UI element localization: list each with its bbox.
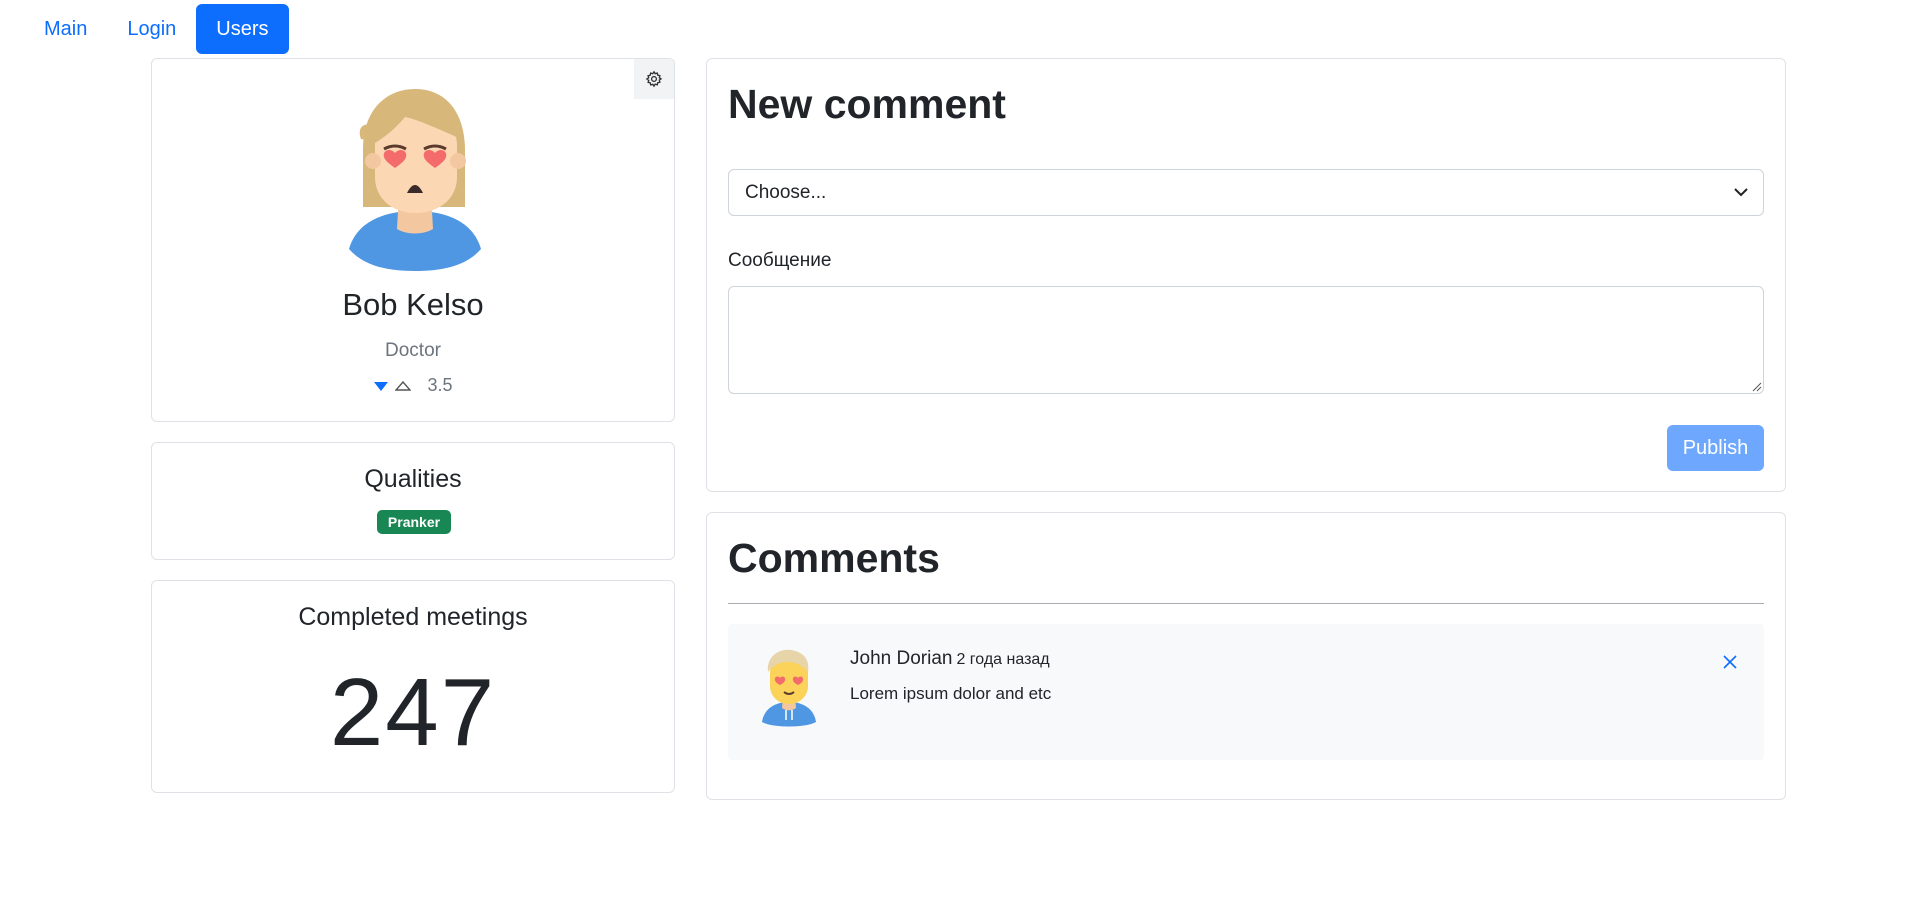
chevron-down-icon: [1734, 188, 1748, 197]
comments-card: Comments John Dorian 2 года назад Lorem i…: [706, 512, 1786, 800]
meetings-count: 247: [329, 659, 497, 766]
caret-up-outline-icon[interactable]: [395, 380, 412, 392]
meetings-card: Completed meetings 247: [151, 580, 675, 793]
qualities-title: Qualities: [364, 465, 462, 493]
caret-down-filled-icon[interactable]: [373, 380, 389, 392]
user-select[interactable]: Choose...: [728, 169, 1764, 216]
gear-icon: [645, 70, 663, 88]
meetings-title: Completed meetings: [298, 603, 528, 631]
comment-avatar: [762, 649, 816, 727]
settings-button[interactable]: [634, 59, 674, 99]
comment-item: John Dorian 2 года назад Lorem ipsum dolo…: [728, 624, 1764, 760]
profile-name: Bob Kelso: [342, 287, 484, 322]
new-comment-title: New comment: [728, 81, 1006, 127]
comment-author: John Dorian: [850, 648, 953, 669]
comments-title: Comments: [728, 535, 940, 581]
comments-divider: [728, 603, 1764, 604]
new-comment-card: New comment Choose... Сообщение Publish: [706, 58, 1786, 492]
nav-main-link[interactable]: Main: [24, 4, 107, 54]
comment-author-line: John Dorian 2 года назад: [850, 648, 1050, 670]
top-nav: Main Login Users: [24, 4, 289, 54]
nav-users-link[interactable]: Users: [196, 4, 289, 54]
nav-login-link[interactable]: Login: [107, 4, 196, 54]
message-label: Сообщение: [728, 250, 832, 271]
qualities-card: Qualities Pranker: [151, 442, 675, 560]
resize-grip-icon[interactable]: [1752, 382, 1762, 392]
rating-value: 3.5: [427, 375, 453, 395]
user-select-value: Choose...: [745, 182, 827, 203]
comment-time: 2 года назад: [956, 651, 1050, 668]
quality-badge: Pranker: [377, 510, 451, 534]
message-textarea[interactable]: [728, 286, 1764, 394]
avatar: [349, 89, 481, 271]
comment-text: Lorem ipsum dolor and etc: [850, 684, 1052, 703]
publish-button[interactable]: Publish: [1667, 425, 1764, 471]
rating: 3.5: [152, 375, 674, 396]
close-icon[interactable]: [1722, 654, 1738, 670]
profile-profession: Doctor: [385, 340, 441, 361]
profile-card: Bob Kelso Doctor 3.5: [151, 58, 675, 422]
